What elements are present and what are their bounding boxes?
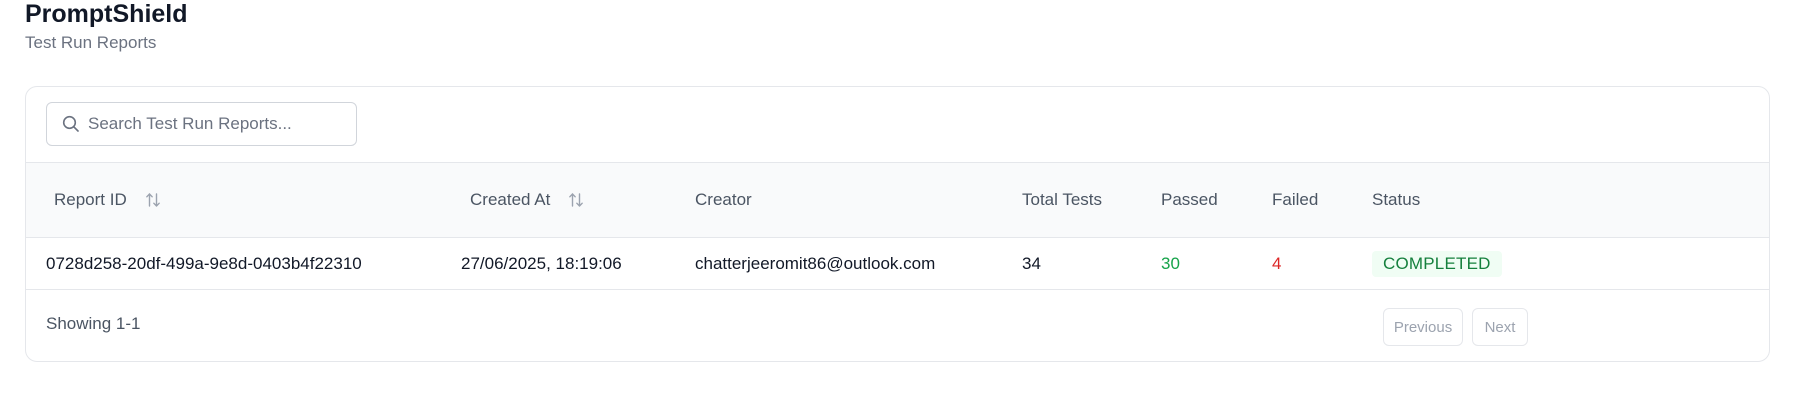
column-status: Status	[1372, 163, 1420, 237]
column-report-id[interactable]: Report ID	[54, 163, 161, 237]
cell-created-at: 27/06/2025, 18:19:06	[461, 253, 622, 273]
column-label: Created At	[470, 190, 551, 209]
column-passed: Passed	[1161, 163, 1218, 237]
next-button[interactable]: Next	[1472, 308, 1528, 346]
pagination-summary: Showing 1-1	[46, 314, 141, 333]
sort-icon[interactable]	[145, 191, 161, 209]
status-badge: COMPLETED	[1372, 250, 1502, 277]
column-creator: Creator	[695, 163, 752, 237]
column-total-tests: Total Tests	[1022, 163, 1102, 237]
column-failed: Failed	[1272, 163, 1318, 237]
cell-report-id: 0728d258-20df-499a-9e8d-0403b4f22310	[46, 253, 362, 273]
cell-failed: 4	[1272, 253, 1282, 273]
reports-card: Report ID Created At Cre	[25, 86, 1770, 362]
column-created-at[interactable]: Created At	[470, 163, 584, 237]
column-label: Passed	[1161, 190, 1218, 209]
table-row[interactable]: 0728d258-20df-499a-9e8d-0403b4f22310 27/…	[26, 238, 1769, 290]
app-title: PromptShield	[25, 0, 188, 28]
column-label: Failed	[1272, 190, 1319, 209]
cell-creator: chatterjeeromit86@outlook.com	[695, 253, 936, 273]
cell-passed: 30	[1161, 253, 1180, 273]
column-label: Report ID	[54, 190, 127, 209]
sort-icon[interactable]	[568, 191, 584, 209]
column-label: Status	[1372, 190, 1421, 209]
previous-button[interactable]: Previous	[1383, 308, 1463, 346]
page: PromptShield Test Run Reports Report ID	[0, 0, 1795, 412]
search-box[interactable]	[46, 102, 357, 146]
search-icon	[60, 113, 82, 135]
page-subtitle: Test Run Reports	[25, 33, 157, 52]
cell-total-tests: 34	[1022, 253, 1041, 273]
column-label: Total Tests	[1022, 190, 1103, 209]
cell-status: COMPLETED	[1372, 238, 1502, 289]
column-label: Creator	[695, 190, 752, 209]
search-input[interactable]	[88, 114, 328, 134]
table-header: Report ID Created At Creator Total Tests…	[26, 162, 1769, 238]
